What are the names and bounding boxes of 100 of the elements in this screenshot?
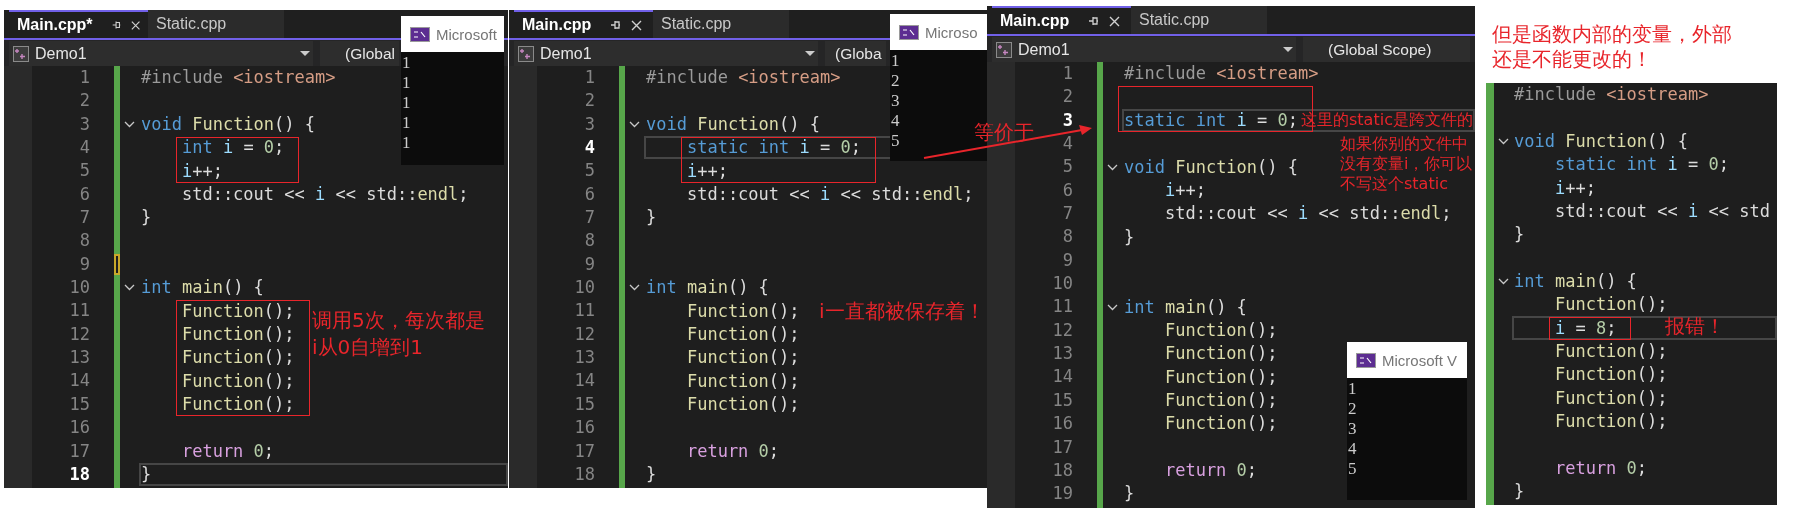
line-number: 7: [584, 206, 595, 230]
code-line: Function();: [685, 371, 800, 391]
line-number: 16: [1052, 412, 1073, 436]
console-icon: [1356, 352, 1376, 368]
line-number: 3: [1062, 108, 1073, 132]
annotation-text: 但是函数内部的变量，外部还是不能更改的！: [1491, 21, 1733, 72]
collapse-icon[interactable]: [1497, 137, 1509, 145]
collapse-icon[interactable]: [1107, 303, 1118, 311]
line-number: 10: [1052, 272, 1073, 296]
code-line: void Function() {: [141, 114, 316, 134]
code-line: Function();: [1553, 388, 1668, 408]
code-line: }: [141, 208, 152, 228]
project-dropdown[interactable]: Demo1: [992, 37, 1296, 62]
line-number: 14: [574, 369, 595, 393]
code-line: Function();: [180, 301, 295, 321]
line-number: 15: [1052, 388, 1073, 412]
code-line: Function();: [180, 395, 295, 414]
code-line: return 0;: [180, 441, 275, 461]
line-number: 11: [1052, 295, 1073, 319]
code-line: }: [646, 208, 657, 228]
collapse-icon[interactable]: [124, 284, 135, 292]
output-line: 1: [401, 113, 411, 133]
console-title: Microsoft V: [1382, 351, 1457, 369]
project-dropdown[interactable]: Demo1: [514, 41, 818, 66]
output-line: 3: [1347, 419, 1357, 439]
code-line: Function();: [1163, 391, 1278, 410]
line-number: 12: [69, 322, 90, 346]
project-dropdown[interactable]: Demo1: [9, 41, 313, 66]
line-number: 11: [574, 299, 595, 323]
code-line: Function();: [1553, 365, 1668, 385]
line-number: 3: [79, 112, 90, 136]
annotation-text: i一直都被保存着！: [819, 299, 985, 325]
code-line: #include <iostream>: [141, 68, 336, 88]
project-icon: [518, 45, 534, 62]
close-icon: [631, 19, 643, 31]
scope-dropdown[interactable]: (Globa: [825, 41, 886, 66]
code-line: Function();: [180, 371, 295, 391]
output-line: 1: [401, 93, 411, 113]
line-number: 16: [574, 416, 595, 440]
code-line: #include <iostream>: [646, 68, 841, 88]
code-line: Function();: [180, 324, 295, 344]
collapse-icon[interactable]: [1107, 163, 1118, 171]
code-line: static int i = 0;: [1553, 155, 1729, 175]
line-number: 10: [574, 276, 595, 300]
line-number: 4: [584, 136, 595, 160]
code-line: std::cout << i << std::endl;: [685, 184, 974, 204]
file-tab[interactable]: Static.cpp: [1131, 6, 1267, 34]
annotation-text: 等价于: [974, 119, 1034, 145]
code-line: }: [1514, 225, 1525, 245]
collapse-icon[interactable]: [629, 120, 640, 128]
code-line: Function();: [1553, 341, 1668, 361]
collapse-icon[interactable]: [124, 120, 135, 128]
code-line: Function();: [1163, 320, 1278, 340]
scope-dropdown[interactable]: (Global Scope): [1303, 37, 1470, 62]
line-number: 16: [69, 416, 90, 440]
code-line: }: [1124, 227, 1135, 247]
file-tab[interactable]: Static.cpp: [653, 10, 789, 38]
line-number: 8: [79, 229, 90, 253]
line-number: 12: [1052, 318, 1073, 342]
annotation-text: 如果你别的文件中没有变量i，你可以不写这个static: [1340, 134, 1474, 195]
output-line: 4: [1347, 439, 1357, 459]
line-number: 13: [69, 346, 90, 370]
output-line: 3: [890, 91, 900, 111]
line-number: 8: [584, 229, 595, 253]
close-icon: [130, 19, 140, 31]
code-line: static int i = 0;: [1124, 110, 1299, 130]
file-tab[interactable]: Static.cpp: [148, 10, 284, 38]
line-number: 19: [1052, 482, 1073, 506]
line-number: 6: [1062, 178, 1073, 202]
console-icon: [899, 24, 919, 40]
line-number: 2: [79, 89, 90, 113]
console-title: Microso: [925, 23, 978, 41]
code-line: return 0;: [685, 441, 780, 461]
code-line: i++;: [1163, 180, 1206, 200]
line-number: 18: [574, 462, 595, 486]
line-number: 4: [1062, 132, 1073, 156]
output-line: 5: [1347, 459, 1357, 479]
code-line: }: [141, 465, 152, 484]
line-number: 17: [69, 439, 90, 463]
output-line: 2: [1347, 399, 1357, 419]
line-number: 2: [1062, 85, 1073, 109]
line-number: 4: [79, 136, 90, 160]
scope-dropdown[interactable]: (Global: [320, 41, 399, 66]
line-number: 17: [574, 439, 595, 463]
code-line: Function();: [685, 324, 800, 344]
line-number: 15: [69, 392, 90, 416]
line-number: 10: [69, 276, 90, 300]
line-number: 8: [1062, 225, 1073, 249]
code-line: i++;: [1553, 178, 1596, 198]
line-number: 14: [1052, 365, 1073, 389]
line-number: 13: [1052, 342, 1073, 366]
line-number: 14: [69, 369, 90, 393]
console-icon: [410, 26, 430, 42]
code-line: std::cout << i << std::endl;: [180, 184, 469, 204]
collapse-icon[interactable]: [1497, 277, 1509, 285]
output-line: 5: [890, 131, 900, 151]
code-line: static int i = 0;: [685, 138, 861, 158]
caret-icon: [805, 50, 815, 57]
code-line: void Function() {: [1514, 131, 1689, 151]
collapse-icon[interactable]: [629, 284, 640, 292]
